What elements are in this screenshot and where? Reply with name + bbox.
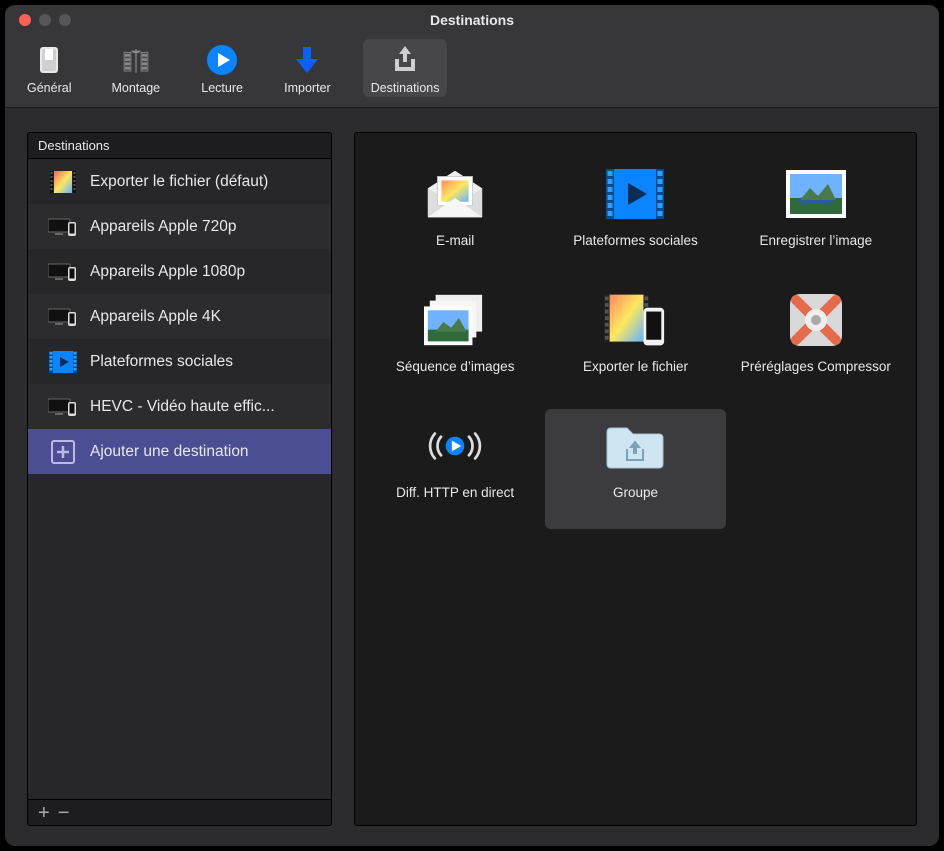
devices-icon [48, 302, 78, 332]
sidebar-item-label: Plateformes sociales [90, 353, 233, 371]
sidebar-item-hevc[interactable]: HEVC - Vidéo haute effic... [28, 384, 331, 429]
destination-http-live[interactable]: Diff. HTTP en direct [365, 409, 545, 529]
tab-label: Destinations [371, 81, 440, 95]
remove-button[interactable]: − [58, 803, 70, 823]
http-live-icon [424, 415, 486, 477]
sidebar-item-export-file[interactable]: Exporter le fichier (défaut) [28, 159, 331, 204]
tab-editing[interactable]: Montage [103, 39, 168, 97]
toolbar: Général Montage [5, 35, 939, 108]
sidebar-item-apple-720p[interactable]: Appareils Apple 720p [28, 204, 331, 249]
sidebar-item-social[interactable]: Plateformes sociales [28, 339, 331, 384]
sidebar-item-apple-4k[interactable]: Appareils Apple 4K [28, 294, 331, 339]
minimize-icon[interactable] [39, 14, 51, 26]
sidebar-item-add-destination[interactable]: Ajouter une destination [28, 429, 331, 474]
tab-label: Général [27, 81, 71, 95]
tab-import[interactable]: Importer [276, 39, 339, 97]
tab-destinations[interactable]: Destinations [363, 39, 448, 97]
destination-social[interactable]: Plateformes sociales [545, 157, 725, 277]
sidebar-item-label: Appareils Apple 4K [90, 308, 221, 326]
tab-label: Importer [284, 81, 331, 95]
plus-box-icon [48, 437, 78, 467]
devices-icon [48, 392, 78, 422]
download-icon [290, 43, 324, 77]
close-icon[interactable] [19, 14, 31, 26]
destination-image-sequence[interactable]: Séquence d’images [365, 283, 545, 403]
titlebar: Destinations [5, 5, 939, 35]
tab-playback[interactable]: Lecture [192, 39, 252, 97]
destinations-panel: E-mail Platefo [354, 132, 917, 826]
tab-label: Montage [111, 81, 160, 95]
destination-save-image[interactable]: Enregistrer l’image [726, 157, 906, 277]
play-icon [205, 43, 239, 77]
sidebar-footer: + − [27, 800, 332, 826]
add-button[interactable]: + [38, 803, 50, 823]
sidebar-item-label: Appareils Apple 1080p [90, 263, 245, 281]
destination-label: Enregistrer l’image [760, 233, 873, 248]
destination-label: Groupe [613, 485, 658, 500]
toggle-icon [32, 43, 66, 77]
video-play-icon [604, 163, 666, 225]
image-stack-icon [424, 289, 486, 351]
video-play-icon [48, 347, 78, 377]
destination-group[interactable]: Groupe [545, 409, 725, 529]
body: Destinations [5, 108, 939, 846]
window-title: Destinations [5, 12, 939, 28]
window-controls [5, 14, 71, 26]
tab-label: Lecture [201, 81, 243, 95]
sidebar-header: Destinations [27, 132, 332, 158]
destination-label: Séquence d’images [396, 359, 515, 374]
preferences-window: Destinations Général [5, 5, 939, 846]
destination-label: Plateformes sociales [573, 233, 698, 248]
film-device-icon [604, 289, 666, 351]
sidebar-item-label: Exporter le fichier (défaut) [90, 173, 268, 191]
destination-label: E-mail [436, 233, 474, 248]
devices-icon [48, 257, 78, 287]
film-strip-icon [48, 167, 78, 197]
destination-export-file[interactable]: Exporter le fichier [545, 283, 725, 403]
sidebar-list: Exporter le fichier (défaut) Appareils A… [27, 158, 332, 800]
devices-icon [48, 212, 78, 242]
destination-email[interactable]: E-mail [365, 157, 545, 277]
image-icon [785, 163, 847, 225]
destination-label: Diff. HTTP en direct [396, 485, 514, 500]
tab-general[interactable]: Général [19, 39, 79, 97]
folder-icon [604, 415, 666, 477]
share-icon [388, 43, 422, 77]
sidebar-item-apple-1080p[interactable]: Appareils Apple 1080p [28, 249, 331, 294]
sidebar: Destinations [27, 132, 332, 826]
film-icon [119, 43, 153, 77]
compressor-icon [785, 289, 847, 351]
mail-icon [424, 163, 486, 225]
zoom-icon[interactable] [59, 14, 71, 26]
sidebar-item-label: Ajouter une destination [90, 443, 249, 461]
destination-label: Exporter le fichier [583, 359, 688, 374]
sidebar-item-label: HEVC - Vidéo haute effic... [90, 398, 275, 416]
destination-compressor[interactable]: Préréglages Compressor [726, 283, 906, 403]
destination-label: Préréglages Compressor [741, 359, 891, 374]
sidebar-item-label: Appareils Apple 720p [90, 218, 237, 236]
